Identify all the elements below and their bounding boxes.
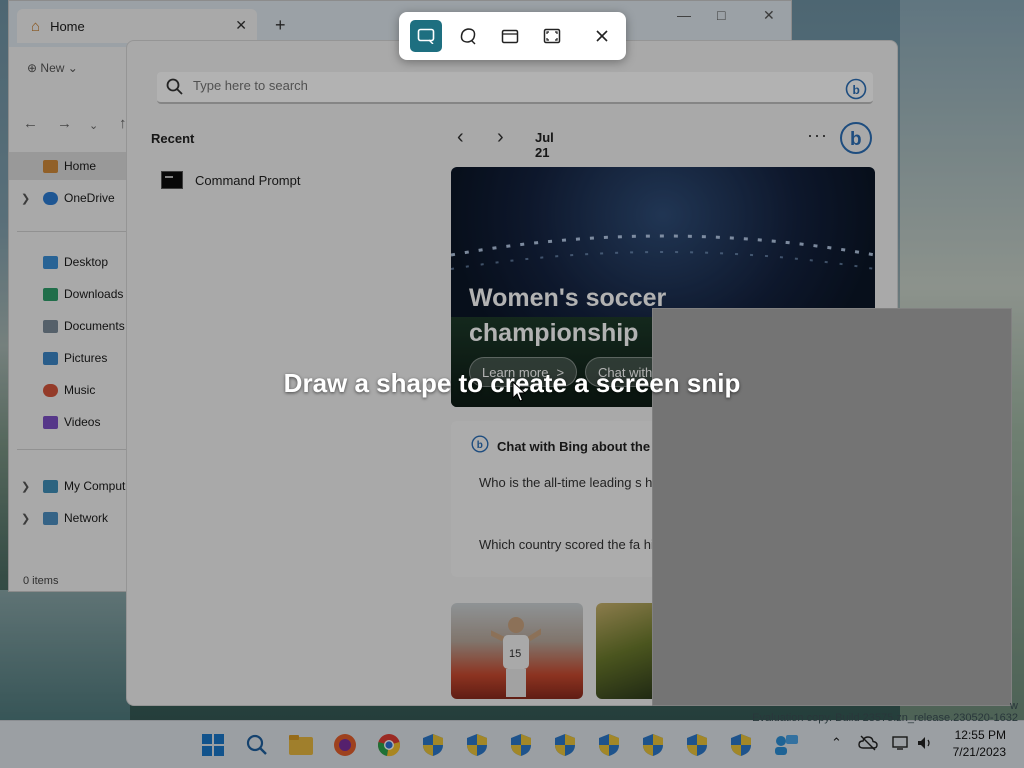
rectangle-snip-button[interactable] [410,20,442,52]
fullscreen-snip-icon [543,28,561,44]
snipping-toolbar [399,12,626,60]
window-snip-icon [501,29,519,44]
freeform-snip-icon [460,28,476,45]
close-icon [596,30,608,42]
freeform-snip-button[interactable] [452,20,484,52]
rectangle-snip-icon [417,28,435,44]
fullscreen-snip-button[interactable] [536,20,568,52]
close-snip-button[interactable] [586,20,618,52]
mouse-cursor-icon [512,381,526,402]
window-snip-button[interactable] [494,20,526,52]
